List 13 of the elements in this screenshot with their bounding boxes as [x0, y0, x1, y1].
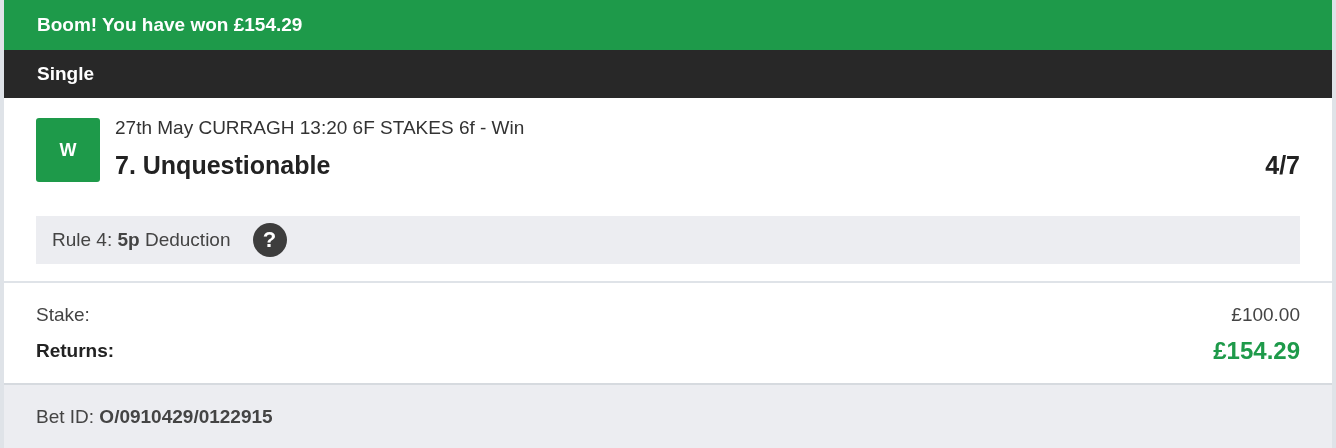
- summary-value: £100.00: [1231, 304, 1300, 326]
- selection-name: 7. Unquestionable: [115, 151, 331, 180]
- odds: 4/7: [1265, 151, 1300, 180]
- event-name: 27th May CURRAGH 13:20 6F STAKES 6f - Win: [115, 117, 526, 139]
- summary-value: £154.29: [1213, 337, 1300, 365]
- help-icon[interactable]: ?: [252, 223, 287, 257]
- bet-id: Bet ID: O/0910429/0122915: [36, 405, 273, 428]
- summary-label: Stake:: [36, 304, 90, 326]
- bet-type: Single: [37, 63, 94, 85]
- result-badge: W: [36, 118, 100, 182]
- win-message: Boom! You have won £154.29: [37, 14, 303, 36]
- rule4-text: Rule 4: 5p Deduction: [52, 229, 231, 251]
- summary-label: Returns:: [36, 340, 115, 362]
